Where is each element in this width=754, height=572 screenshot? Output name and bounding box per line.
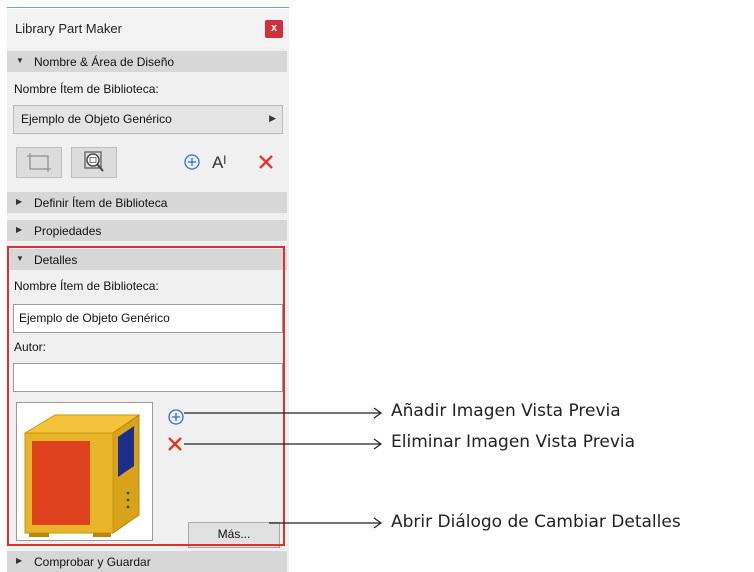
- callout-open-details: Abrir Diálogo de Cambiar Detalles: [391, 512, 681, 532]
- callout-arrows: [184, 407, 383, 529]
- callout-add-preview: Añadir Imagen Vista Previa: [391, 401, 621, 421]
- callout-delete-preview: Eliminar Imagen Vista Previa: [391, 432, 636, 452]
